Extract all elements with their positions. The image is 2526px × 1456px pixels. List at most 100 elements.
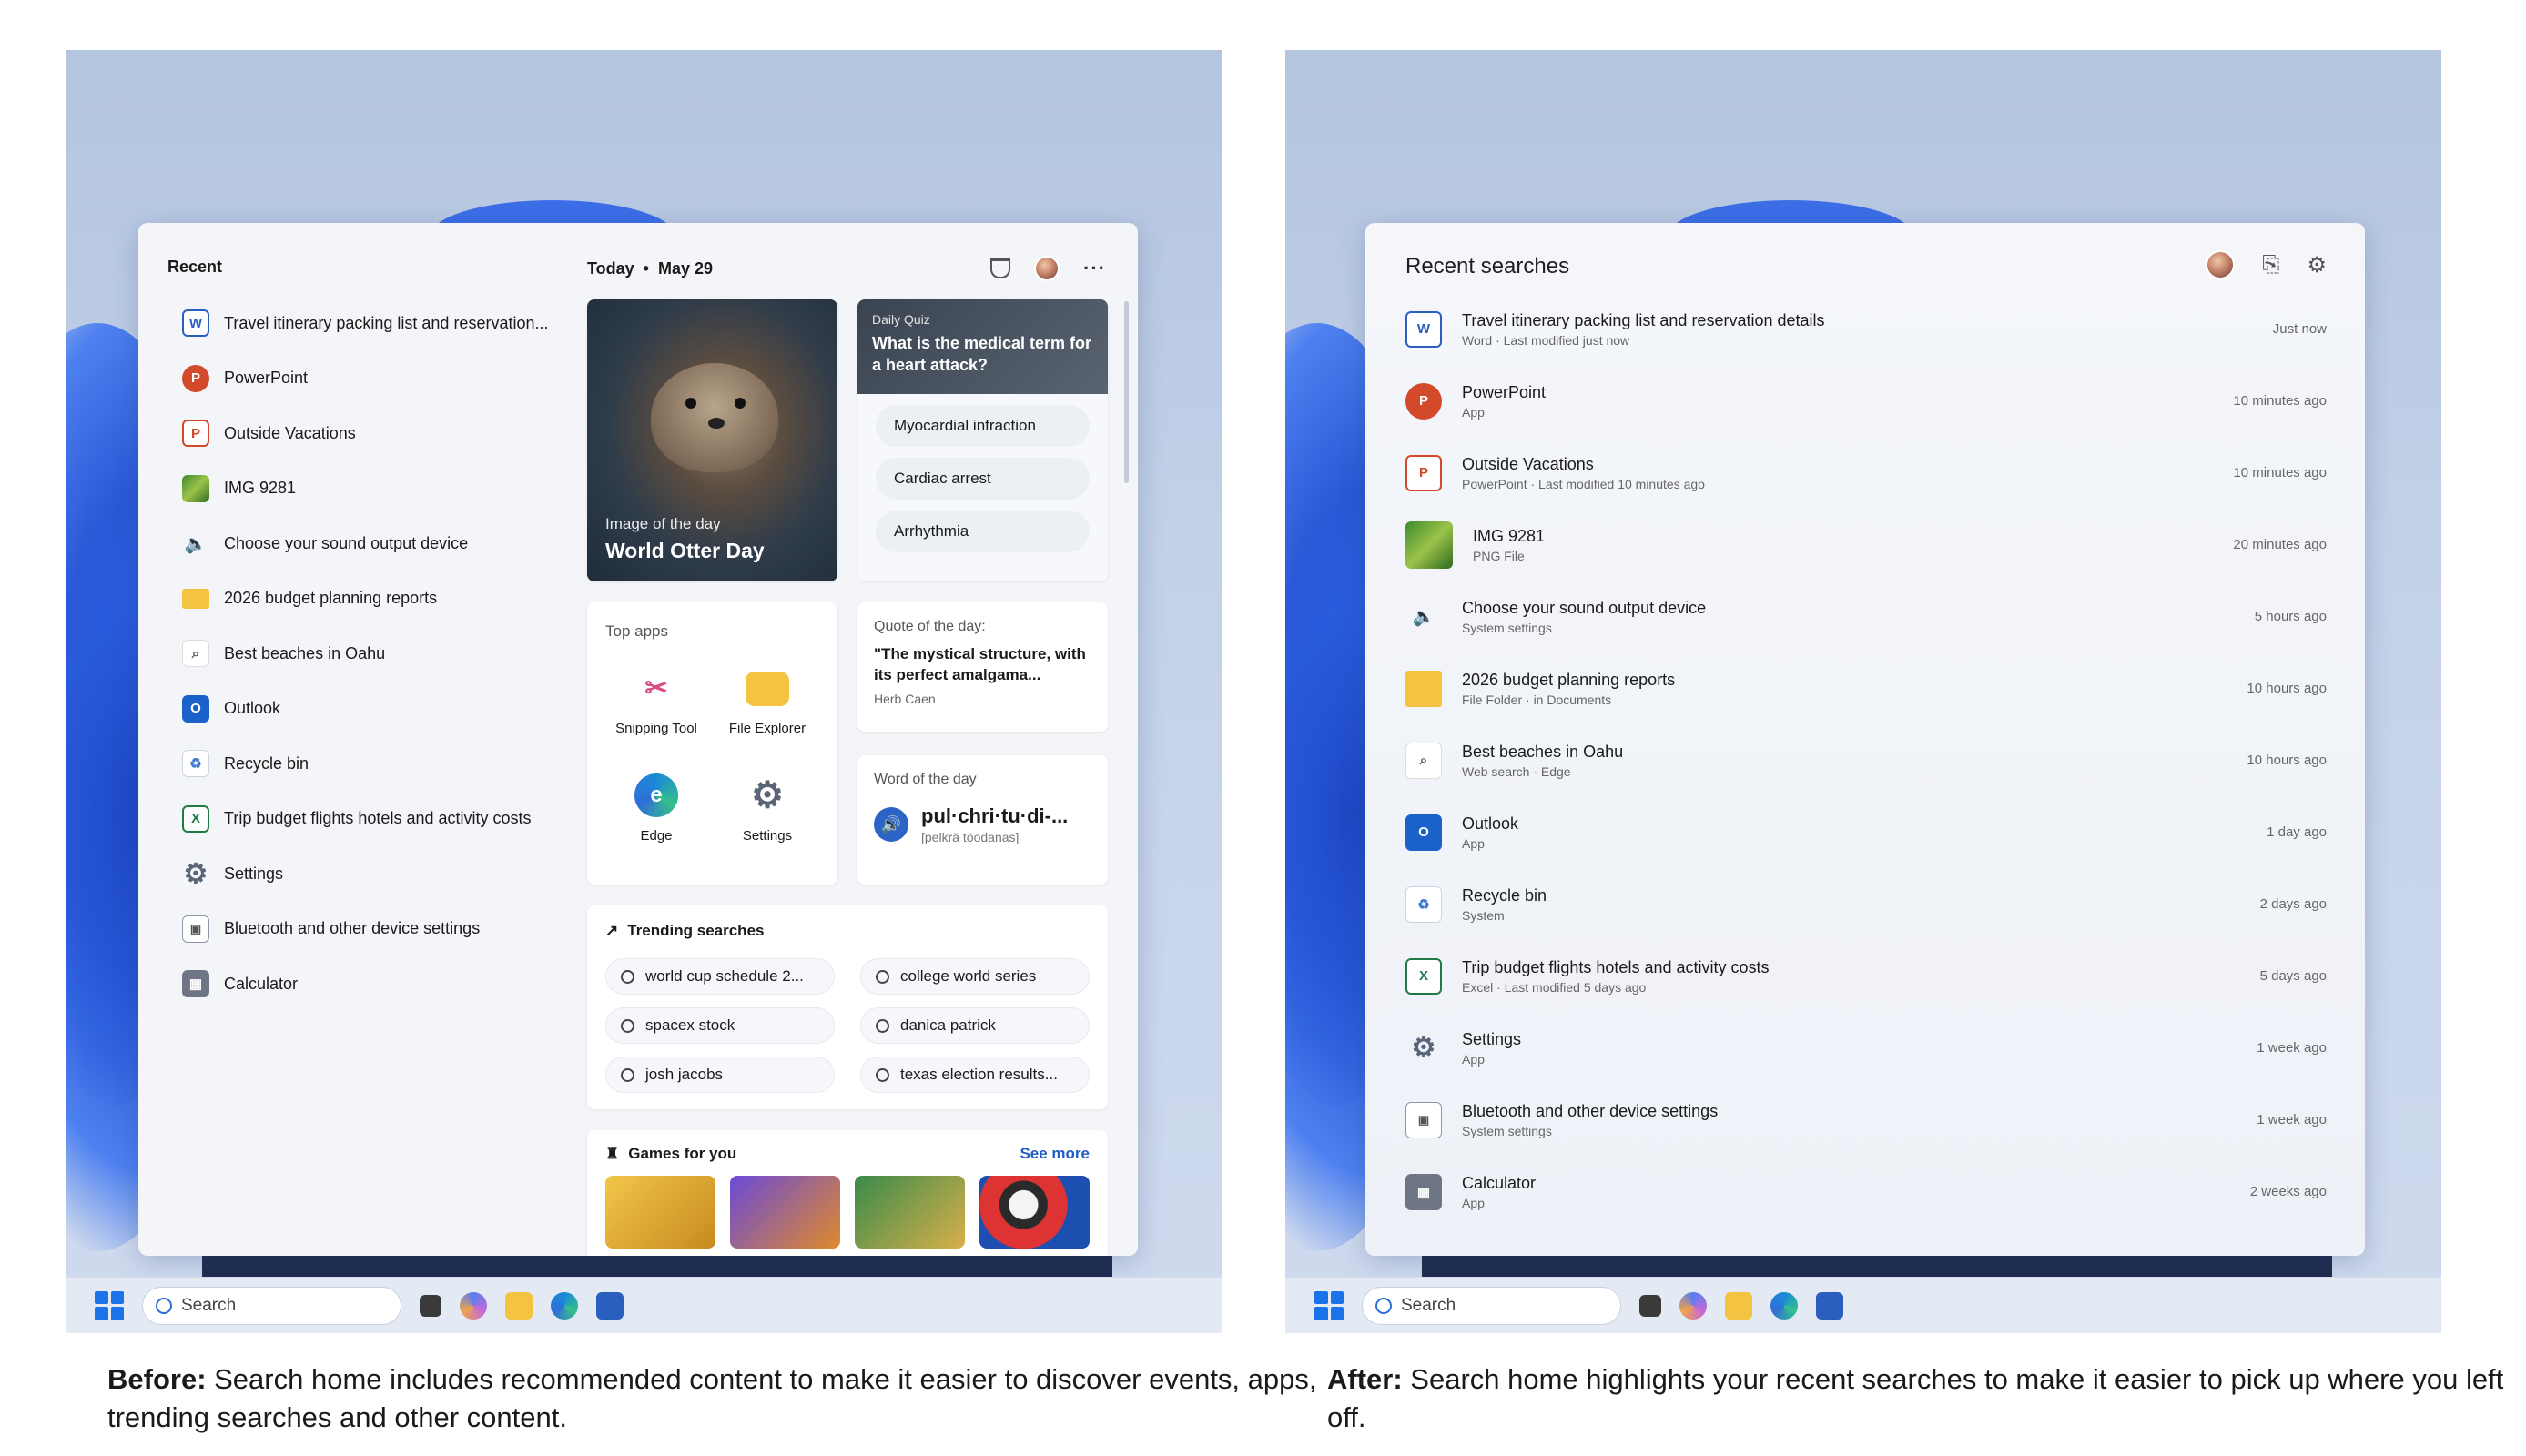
gear-icon[interactable]: ⚙ (2307, 252, 2327, 278)
recent-item-label: Bluetooth and other device settings (224, 919, 481, 938)
recent-item-label: Calculator (224, 974, 299, 993)
recent-search-item[interactable]: ▦ Calculator App 2 weeks ago (1405, 1156, 2327, 1228)
quiz-option[interactable]: Cardiac arrest (876, 458, 1090, 500)
recent-search-item[interactable]: P PowerPoint App 10 minutes ago (1405, 365, 2327, 437)
quiz-option[interactable]: Myocardial infraction (876, 405, 1090, 447)
app-label: Edge (640, 828, 673, 844)
app-edge[interactable]: e Edge (602, 774, 711, 844)
recent-search-time: 10 hours ago (2247, 753, 2327, 768)
speaker-icon: 🔈 (184, 533, 208, 554)
edge-taskbar-icon[interactable] (551, 1291, 578, 1320)
recent-item[interactable]: ⌕ Best beaches in Oahu (182, 626, 583, 682)
trending-search-pill[interactable]: texas election results... (860, 1057, 1090, 1093)
recent-searches-panel: Recent searches ⎘ ⚙ W Travel itinerary pa… (1365, 223, 2365, 1256)
recent-search-time: 1 week ago (2257, 1112, 2327, 1127)
avatar[interactable] (1034, 256, 1060, 281)
recent-search-item[interactable]: ▣ Bluetooth and other device settings Syst… (1405, 1084, 2327, 1156)
word-of-day-card[interactable]: Word of the day 🔊 pul·chri·tu·di-... [pe… (857, 755, 1108, 885)
date-label: May 29 (657, 258, 714, 278)
recent-item[interactable]: ♻ Recycle bin (182, 736, 583, 792)
game-tile[interactable] (979, 1176, 1090, 1249)
folder-icon (1405, 670, 1442, 707)
recent-item[interactable]: P PowerPoint (182, 351, 583, 407)
recent-item[interactable]: X Trip budget flights hotels and activity… (182, 792, 583, 847)
recent-search-subtitle: File Folder · in Documents (1462, 692, 1612, 707)
app-settings[interactable]: ⚙ Settings (713, 774, 822, 844)
recent-search-item[interactable]: W Travel itinerary packing list and reser… (1405, 293, 2327, 365)
recent-search-item[interactable]: ⚙ Settings App 1 week ago (1405, 1012, 2327, 1084)
game-tile[interactable] (855, 1176, 965, 1249)
scrollbar[interactable] (1124, 301, 1129, 483)
taskbar-search-box[interactable]: Search (1362, 1286, 1621, 1325)
trending-search-label: texas election results... (900, 1066, 1058, 1083)
taskbar-search-box[interactable]: Search (142, 1286, 401, 1325)
games-card: ♜ Games for you See more (587, 1130, 1108, 1256)
outlook-icon: O (182, 694, 209, 723)
store-icon[interactable] (1816, 1291, 1843, 1320)
recent-item[interactable]: 2026 budget planning reports (182, 571, 583, 627)
edge-taskbar-icon[interactable] (1770, 1291, 1798, 1320)
image-of-day-card[interactable]: Image of the day World Otter Day (587, 299, 837, 581)
recent-search-item[interactable]: O Outlook App 1 day ago (1405, 796, 2327, 868)
recent-item[interactable]: O Outlook (182, 682, 583, 737)
copilot-icon[interactable] (460, 1291, 487, 1320)
trending-search-pill[interactable]: college world series (860, 958, 1090, 995)
trending-search-pill[interactable]: spacex stock (605, 1007, 835, 1044)
windows-start-icon[interactable] (1314, 1290, 1344, 1320)
recent-item[interactable]: 🔈 Choose your sound output device (182, 516, 583, 571)
header-tools: ··· (990, 256, 1106, 281)
recent-item[interactable]: P Outside Vacations (182, 406, 583, 461)
windows-start-icon[interactable] (95, 1290, 124, 1320)
speaker-icon[interactable]: 🔊 (874, 807, 908, 842)
app-snipping-tool[interactable]: ✂ Snipping Tool (602, 666, 711, 737)
recent-item[interactable]: W Travel itinerary packing list and reser… (182, 296, 583, 351)
recent-item[interactable]: IMG 9281 (182, 461, 583, 517)
file-explorer-taskbar-icon[interactable] (505, 1291, 533, 1320)
game-tile[interactable] (730, 1176, 840, 1249)
recent-item[interactable]: ▣ Bluetooth and other device settings (182, 902, 583, 957)
recent-item[interactable]: ▦ Calculator (182, 956, 583, 1012)
recent-search-time: 1 week ago (2257, 1040, 2327, 1056)
recent-search-name: Travel itinerary packing list and reserv… (1462, 310, 1825, 329)
recent-search-name: Outside Vacations (1462, 454, 1594, 473)
trending-search-pill[interactable]: josh jacobs (605, 1057, 835, 1093)
trending-search-label: world cup schedule 2... (645, 967, 804, 985)
game-tile[interactable] (605, 1176, 715, 1249)
recent-search-item[interactable]: 🔈 Choose your sound output device System s… (1405, 581, 2327, 652)
store-icon[interactable] (596, 1291, 624, 1320)
recent-search-text: 2026 budget planning reports File Folder … (1462, 671, 2227, 707)
recent-search-item[interactable]: P Outside Vacations PowerPoint · Last modi… (1405, 437, 2327, 509)
recent-search-item[interactable]: X Trip budget flights hotels and activity… (1405, 940, 2327, 1012)
recent-item[interactable]: ⚙ Settings (182, 846, 583, 902)
search-icon: ⌕ (1405, 742, 1442, 779)
task-view-icon[interactable] (1639, 1294, 1661, 1317)
more-options-icon[interactable]: ··· (1083, 257, 1106, 280)
recent-search-item[interactable]: 2026 budget planning reports File Folder … (1405, 652, 2327, 724)
otter-nose (708, 418, 725, 429)
recent-search-time: 2 days ago (2259, 896, 2327, 912)
snipping-tool-icon: ✂ (644, 672, 668, 703)
app-label: File Explorer (728, 721, 806, 736)
task-view-icon[interactable] (420, 1294, 441, 1317)
copilot-icon[interactable] (1679, 1291, 1707, 1320)
recent-search-item[interactable]: IMG 9281 PNG File 20 minutes ago (1405, 509, 2327, 581)
app-file-explorer[interactable]: File Explorer (713, 666, 822, 736)
recent-search-time: 5 hours ago (2254, 609, 2327, 624)
trending-search-pill[interactable]: danica patrick (860, 1007, 1090, 1044)
word-doc-icon: W (1405, 310, 1442, 348)
recent-search-text: Calculator App (1462, 1174, 2230, 1210)
recent-search-item[interactable]: ⌕ Best beaches in Oahu Web search · Edge 10… (1405, 724, 2327, 796)
edge-icon: e (634, 774, 678, 817)
image-of-day-label: Image of the day (605, 515, 721, 532)
trophy-icon[interactable] (990, 258, 1011, 278)
share-icon[interactable]: ⎘ (2262, 252, 2279, 278)
trending-search-pill[interactable]: world cup schedule 2... (605, 958, 835, 995)
see-more-link[interactable]: See more (1020, 1145, 1090, 1163)
file-explorer-taskbar-icon[interactable] (1725, 1291, 1752, 1320)
recent-item-label: Settings (224, 864, 284, 883)
avatar[interactable] (2206, 250, 2236, 279)
image-of-day-title: World Otter Day (605, 539, 765, 562)
quote-card[interactable]: Quote of the day: "The mystical structur… (857, 602, 1108, 732)
quiz-option[interactable]: Arrhythmia (876, 511, 1090, 552)
recent-search-item[interactable]: ♻ Recycle bin System 2 days ago (1405, 868, 2327, 940)
